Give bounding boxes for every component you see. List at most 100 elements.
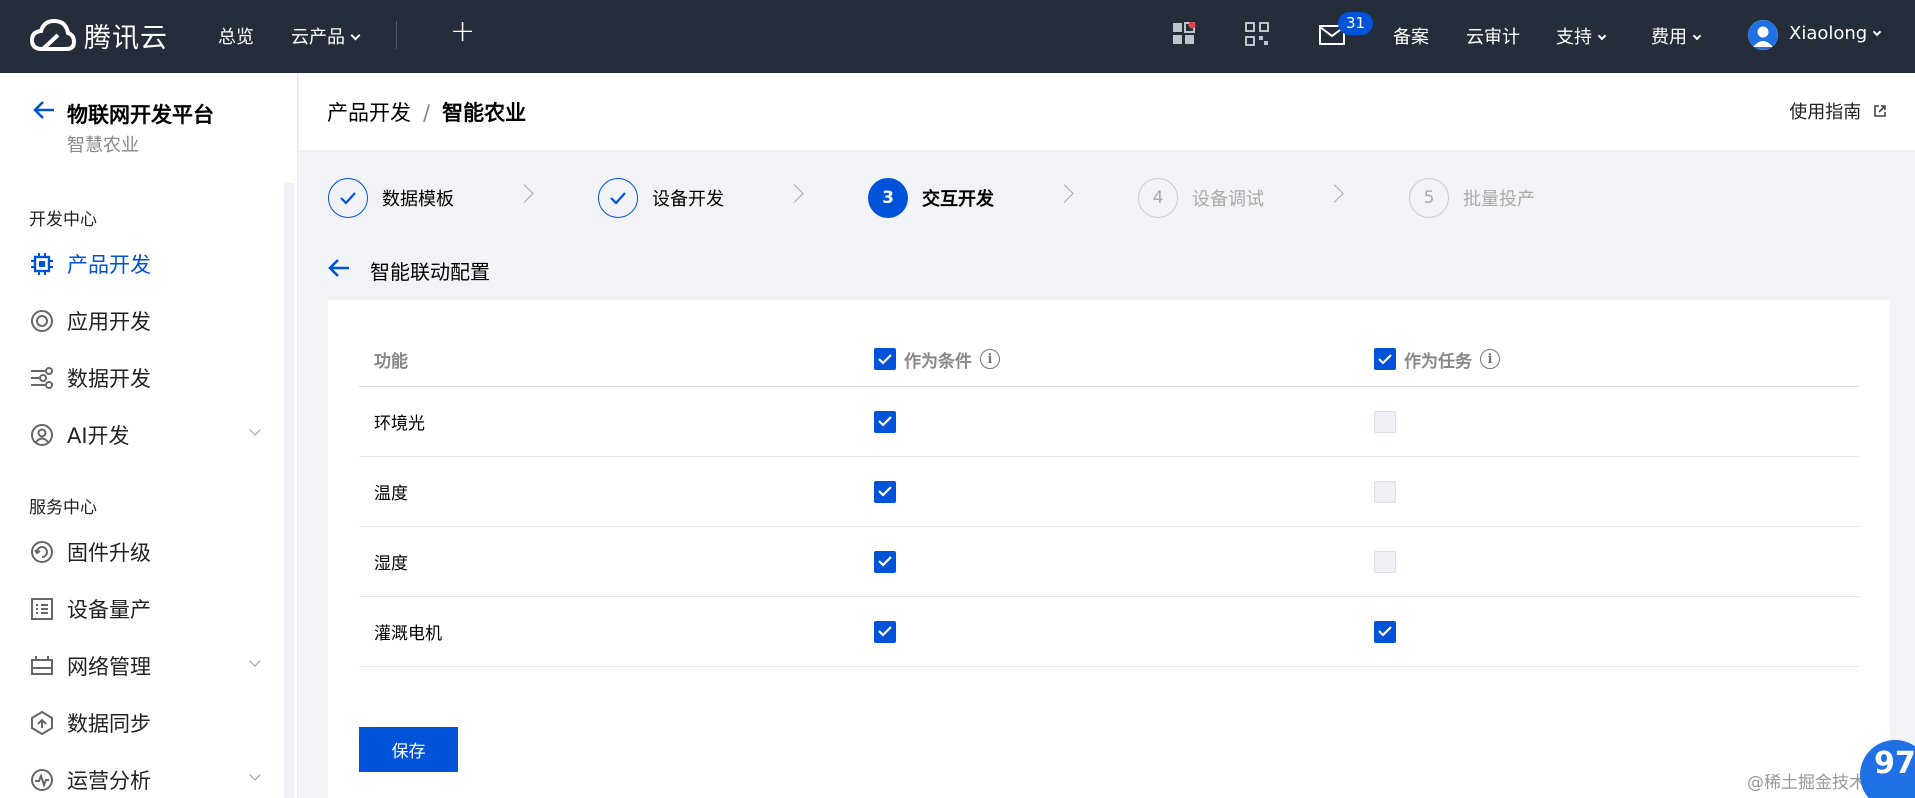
breadcrumb-separator: / [423, 101, 431, 125]
nav-cloud-audit[interactable]: 云审计 [1466, 23, 1520, 49]
network-icon [29, 653, 55, 679]
step-device-dev[interactable]: 设备开发 [598, 178, 724, 218]
nav-support[interactable]: 支持 [1556, 23, 1607, 49]
sidebar-item-label: 应用开发 [67, 310, 151, 334]
sidebar-item-analytics[interactable]: 运营分析 [29, 765, 261, 795]
task-checkbox [1374, 550, 1396, 573]
task-cell [1374, 387, 1396, 456]
external-link-icon [1874, 105, 1886, 117]
sidebar-item-label: 网络管理 [67, 655, 151, 679]
user-menu[interactable]: Xiaolong [1789, 23, 1882, 44]
function-name: 灌溉电机 [374, 624, 442, 644]
nav-billing[interactable]: 费用 [1651, 23, 1702, 49]
select-all-task-checkbox[interactable] [1374, 348, 1396, 370]
condition-cell [874, 457, 896, 526]
sync-icon [29, 710, 55, 736]
mail-count-badge: 31 [1338, 12, 1374, 35]
chevron-down-icon [1692, 31, 1702, 41]
step-interaction-dev[interactable]: 3 交互开发 [868, 178, 994, 218]
plus-icon[interactable]: + [450, 14, 475, 49]
firmware-icon [29, 539, 55, 565]
step-data-template[interactable]: 数据模板 [328, 178, 454, 218]
sidebar-item-label: 运营分析 [67, 769, 151, 793]
task-cell [1374, 597, 1396, 666]
step-device-debug[interactable]: 4 设备调试 [1138, 178, 1264, 218]
section-dev-center: 开发中心 [29, 210, 97, 230]
chevron-down-icon [1597, 31, 1607, 41]
usage-guide-link[interactable]: 使用指南 [1789, 98, 1887, 124]
check-icon [878, 626, 892, 637]
task-cell [1374, 457, 1396, 526]
nav-products-label: 云产品 [291, 27, 345, 48]
linkage-config-card: 功能 作为条件 i 作为任务 i 环境光 温度 湿度 灌溉电机 [328, 300, 1890, 798]
header-condition: 作为条件 i [874, 332, 1000, 386]
function-name: 温度 [374, 484, 408, 504]
step-label: 设备调试 [1192, 189, 1264, 210]
breadcrumb-parent[interactable]: 产品开发 [327, 101, 411, 125]
chevron-right-icon [785, 184, 804, 203]
step-mass-production[interactable]: 5 批量投产 [1409, 178, 1535, 218]
check-icon [598, 178, 638, 218]
qrcode-icon[interactable] [1245, 22, 1269, 51]
sidebar-item-firmware[interactable]: 固件升级 [29, 537, 259, 567]
analytics-icon [29, 767, 55, 793]
sidebar-item-data-sync[interactable]: 数据同步 [29, 708, 259, 738]
condition-cell [874, 527, 896, 596]
select-all-condition-checkbox[interactable] [874, 348, 896, 370]
nav-support-label: 支持 [1556, 27, 1592, 48]
sidebar-item-label: 数据开发 [67, 367, 151, 391]
brand-name: 腾讯云 [84, 23, 168, 54]
function-name: 环境光 [374, 414, 425, 434]
sidebar-item-data-dev[interactable]: 数据开发 [29, 363, 259, 393]
avatar[interactable] [1748, 20, 1778, 50]
usage-guide-label: 使用指南 [1789, 102, 1862, 123]
info-icon[interactable]: i [1480, 349, 1500, 369]
check-icon [1378, 626, 1392, 637]
condition-checkbox[interactable] [874, 480, 896, 503]
sidebar-item-product-dev[interactable]: 产品开发 [29, 249, 259, 279]
chevron-down-icon [1872, 27, 1882, 37]
info-icon[interactable]: i [980, 349, 1000, 369]
linkage-table: 功能 作为条件 i 作为任务 i 环境光 温度 湿度 灌溉电机 [359, 332, 1859, 667]
sidebar-item-ai-dev[interactable]: AI开发 [29, 420, 261, 450]
chevron-down-icon [249, 655, 261, 667]
top-navigation-bar: 腾讯云 总览 云产品 + 31 备案 云审计 支持 费用 Xiaolong [0, 0, 1915, 73]
save-button[interactable]: 保存 [359, 727, 458, 772]
sidebar-item-label: 产品开发 [67, 253, 151, 277]
chevron-down-icon [249, 769, 261, 781]
check-icon [878, 556, 892, 567]
back-arrow-icon[interactable] [32, 99, 56, 126]
chip-icon [29, 251, 55, 277]
table-row: 灌溉电机 [359, 597, 1859, 667]
chevron-right-icon [1325, 184, 1344, 203]
check-icon [878, 486, 892, 497]
sidebar-scrollbar[interactable] [284, 183, 294, 798]
ai-icon [29, 422, 55, 448]
data-flow-icon [29, 365, 55, 391]
table-row: 环境光 [359, 387, 1859, 457]
header-task: 作为任务 i [1374, 332, 1500, 386]
sidebar-item-app-dev[interactable]: 应用开发 [29, 306, 259, 336]
condition-checkbox[interactable] [874, 620, 896, 643]
step-label: 交互开发 [922, 189, 994, 210]
sidebar-item-label: AI开发 [67, 424, 130, 448]
task-checkbox[interactable] [1374, 620, 1396, 643]
nav-overview[interactable]: 总览 [218, 23, 254, 49]
step-number: 3 [868, 178, 908, 218]
nav-products[interactable]: 云产品 [291, 23, 361, 49]
sidebar-item-label: 固件升级 [67, 541, 151, 565]
condition-checkbox[interactable] [874, 550, 896, 573]
back-arrow-icon[interactable] [327, 257, 351, 284]
step-label: 批量投产 [1463, 189, 1535, 210]
condition-checkbox[interactable] [874, 410, 896, 433]
tencent-cloud-logo[interactable]: 腾讯云 [28, 16, 168, 55]
table-body: 环境光温度湿度灌溉电机 [359, 387, 1859, 667]
table-row: 湿度 [359, 527, 1859, 597]
task-cell [1374, 527, 1396, 596]
nav-filing[interactable]: 备案 [1393, 23, 1429, 49]
sidebar-item-production[interactable]: 设备量产 [29, 594, 259, 624]
sidebar-item-network[interactable]: 网络管理 [29, 651, 261, 681]
apps-icon[interactable] [1172, 21, 1196, 51]
section-service-center: 服务中心 [29, 498, 97, 518]
check-icon [328, 178, 368, 218]
